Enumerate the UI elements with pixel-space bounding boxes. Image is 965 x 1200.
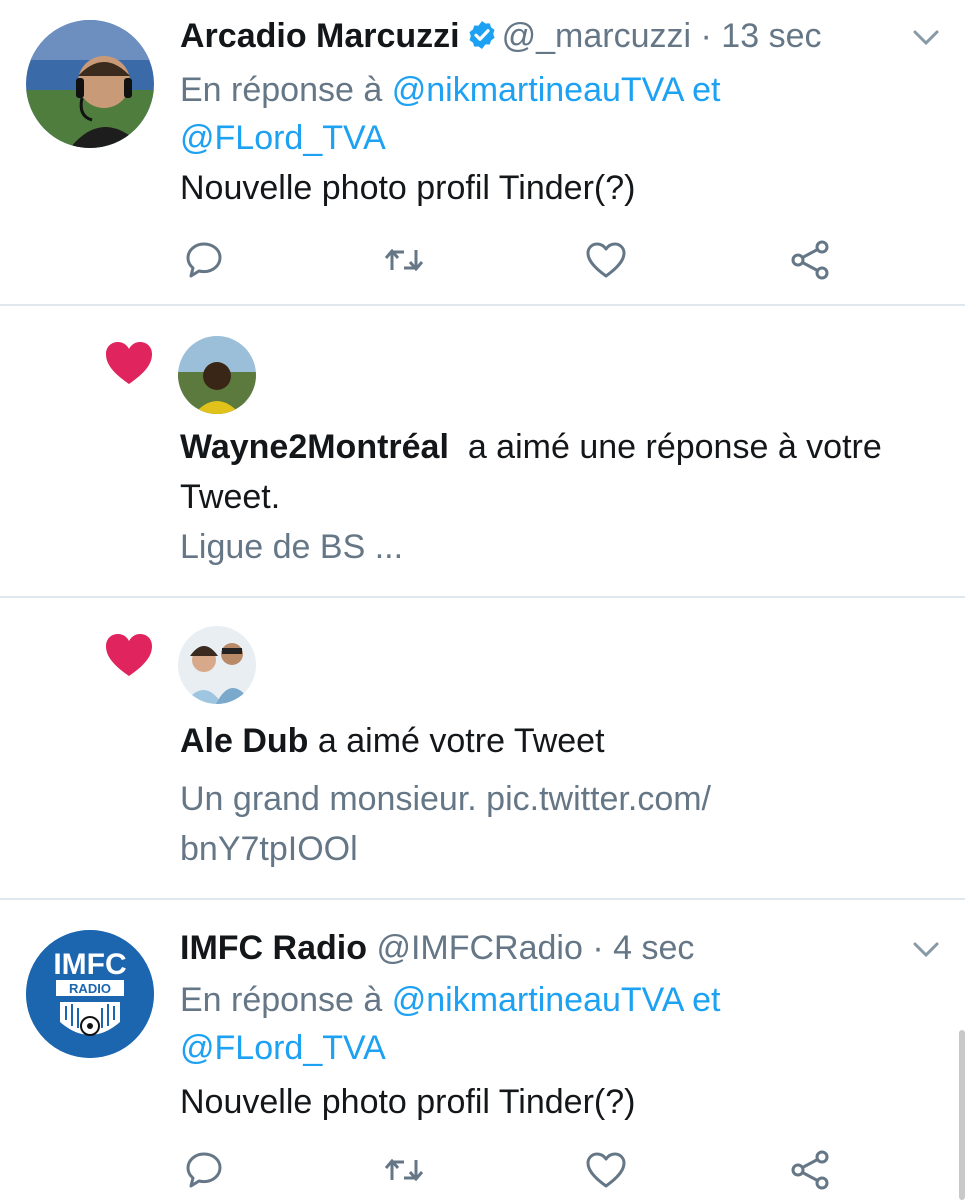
tweet-card[interactable]: IMFC RADIO IMFC Radio @IMFCRadio · 4 sec… <box>0 900 965 1200</box>
chevron-down-icon[interactable] <box>911 940 941 965</box>
retweet-icon[interactable] <box>380 1146 428 1194</box>
heart-icon <box>104 340 154 386</box>
avatar-wayne[interactable] <box>178 336 256 414</box>
notification-text: Wayne2Montréal a aimé une réponse à votr… <box>180 422 882 472</box>
logo-text: IMFC <box>53 948 126 981</box>
notification-user[interactable]: Ale Dub <box>180 722 308 760</box>
notification-action-cont: Tweet. <box>180 478 281 516</box>
reply-context: En réponse à @nikmartineauTVA et <box>180 978 720 1022</box>
tweet-card[interactable]: Arcadio Marcuzzi @_marcuzzi · 13 sec En r… <box>0 0 965 306</box>
reply-icon[interactable] <box>180 1146 228 1194</box>
reply-context: En réponse à @nikmartineauTVA et <box>180 68 720 112</box>
reply-mention-1[interactable]: @nikmartineauTVA <box>392 981 683 1019</box>
like-notification[interactable]: Ale Dub a aimé votre Tweet Un grand mons… <box>0 598 965 900</box>
notifications-feed: Arcadio Marcuzzi @_marcuzzi · 13 sec En r… <box>0 0 965 1200</box>
reply-prefix: En réponse à <box>180 71 383 109</box>
scrollbar[interactable] <box>959 1030 965 1200</box>
notification-text: Ale Dub a aimé votre Tweet <box>180 716 605 766</box>
notification-user[interactable]: Wayne2Montréal <box>180 428 449 466</box>
avatar-ale-dub[interactable] <box>178 626 256 704</box>
tweet-preview[interactable]: Un grand monsieur. pic.twitter.com/ <box>180 774 711 824</box>
timestamp: · 13 sec <box>700 17 822 55</box>
heart-icon <box>104 632 154 678</box>
verified-icon <box>466 18 498 62</box>
reply-context-cont: @FLord_TVA <box>180 1026 386 1070</box>
avatar-arcadio[interactable] <box>26 20 154 148</box>
reply-mention-1[interactable]: @nikmartineauTVA <box>392 71 683 109</box>
reply-and: et <box>692 981 721 1019</box>
tweet-text: Nouvelle photo profil Tinder(?) <box>180 1083 636 1121</box>
tweet-actions <box>180 236 840 284</box>
notification-action: a aimé une réponse à votre <box>467 428 882 466</box>
reply-mention-2[interactable]: @FLord_TVA <box>180 119 386 157</box>
tweet-text: Nouvelle photo profil Tinder(?) <box>180 169 636 207</box>
tweet-preview[interactable]: Ligue de BS ... <box>180 522 403 572</box>
tweet-header: IMFC Radio @IMFCRadio · 4 sec <box>180 926 694 970</box>
tweet-actions <box>180 1146 840 1194</box>
share-icon[interactable] <box>786 236 834 284</box>
logo-subtext: RADIO <box>69 981 111 996</box>
reply-context-cont: @FLord_TVA <box>180 116 386 160</box>
like-notification[interactable]: Wayne2Montréal a aimé une réponse à votr… <box>0 306 965 598</box>
handle[interactable]: @IMFCRadio <box>376 929 582 967</box>
reply-icon[interactable] <box>180 236 228 284</box>
reply-prefix: En réponse à <box>180 981 383 1019</box>
retweet-icon[interactable] <box>380 236 428 284</box>
reply-and: et <box>692 71 721 109</box>
like-icon[interactable] <box>582 236 630 284</box>
like-icon[interactable] <box>582 1146 630 1194</box>
display-name[interactable]: IMFC Radio <box>180 929 367 967</box>
tweet-header: Arcadio Marcuzzi @_marcuzzi · 13 sec <box>180 14 821 62</box>
handle[interactable]: @_marcuzzi <box>502 17 691 55</box>
timestamp: · 4 sec <box>592 929 695 967</box>
chevron-down-icon[interactable] <box>911 28 941 53</box>
avatar-imfc-radio[interactable]: IMFC RADIO <box>26 930 154 1058</box>
notification-action: a aimé votre Tweet <box>317 722 605 760</box>
reply-mention-2[interactable]: @FLord_TVA <box>180 1029 386 1067</box>
display-name[interactable]: Arcadio Marcuzzi <box>180 17 460 55</box>
tweet-preview-cont[interactable]: bnY7tpIOOl <box>180 824 358 874</box>
share-icon[interactable] <box>786 1146 834 1194</box>
